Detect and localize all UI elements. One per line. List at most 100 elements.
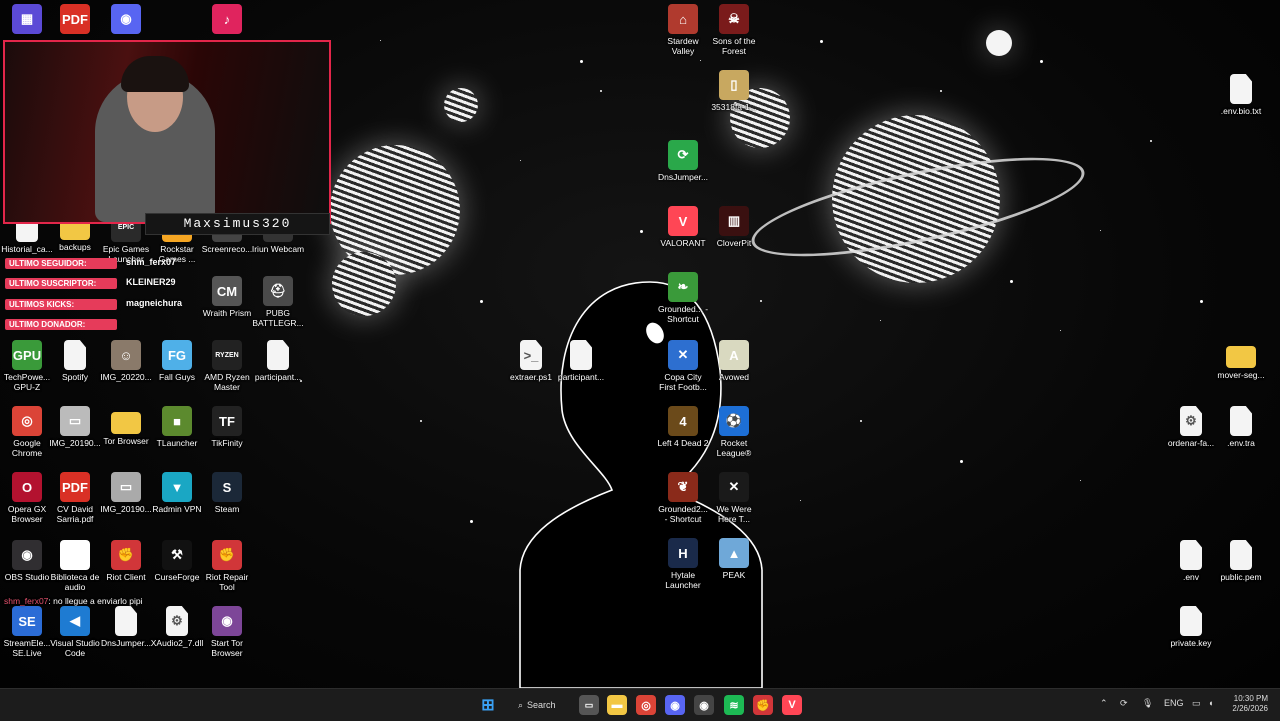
- dnsjumper-icon: ⟳: [668, 140, 698, 170]
- desktop-icon[interactable]: ▲ PEAK: [707, 538, 761, 580]
- desktop-icon[interactable]: FG Fall Guys: [150, 340, 204, 382]
- desktop-icon[interactable]: ✕ We Were Here T...: [707, 472, 761, 524]
- desktop-icon[interactable]: ✊ Riot Client: [99, 540, 153, 582]
- desktop-icon[interactable]: ▼ Radmin VPN: [150, 472, 204, 514]
- desktop-icon[interactable]: SE StreamEle... SE.Live: [0, 606, 54, 658]
- taskbar-search-button[interactable]: ⌕ Search: [512, 694, 570, 716]
- desktop-icon[interactable]: ▭ IMG_20190...: [48, 406, 102, 448]
- desktop[interactable]: ▦ PDF ◉ ♪ Historial_ca... backups EPIC Epic Gam…: [0, 0, 1280, 688]
- desktop-icon-label: DnsJumper...: [657, 172, 709, 182]
- display-icon[interactable]: ▭: [1192, 698, 1201, 709]
- desktop-icon[interactable]: Tor Browser: [99, 406, 153, 446]
- desktop-icon[interactable]: O Opera GX Browser: [0, 472, 54, 524]
- desktop-icon[interactable]: ◉: [99, 4, 153, 36]
- desktop-icon[interactable]: private.key: [1164, 606, 1218, 648]
- desktop-icon[interactable]: ◀ Visual Studio Code: [48, 606, 102, 658]
- volume-icon[interactable]: ◖: [1208, 698, 1213, 708]
- desktop-icon[interactable]: PDF: [48, 4, 102, 36]
- desktop-icon[interactable]: 4 Left 4 Dead 2: [656, 406, 710, 448]
- desktop-icon[interactable]: ■ TLauncher: [150, 406, 204, 448]
- desktop-icon[interactable]: ⚙ XAudio2_7.dll: [150, 606, 204, 648]
- chat-message: : no llegue a enviarlo pipi: [48, 596, 143, 606]
- desktop-icon[interactable]: PDF CV David Sarria.pdf: [48, 472, 102, 524]
- desktop-icon[interactable]: ◉ OBS Studio: [0, 540, 54, 582]
- stardew-icon: ⌂: [668, 4, 698, 34]
- desktop-icon[interactable]: >_ extraer.ps1: [504, 340, 558, 382]
- desktop-icon[interactable]: Spotify: [48, 340, 102, 382]
- taskbar: ⊞ ⌕ Search ▭ ▬ ◎ ◉ ◉ ≋ ✊ V ⌃ ⟳ 🎙 ENG ▭ ◖ 10:30 …: [0, 688, 1280, 721]
- desktop-icon[interactable]: participant...: [554, 340, 608, 382]
- obs-icon[interactable]: ◉: [694, 695, 714, 715]
- discord-icon[interactable]: ◉: [665, 695, 685, 715]
- task-view-icon[interactable]: ▭: [579, 695, 599, 715]
- desktop-icon[interactable]: ▭ IMG_20190...: [99, 472, 153, 514]
- star: [700, 60, 701, 61]
- desktop-icon[interactable]: ✕ Copa City First Footb...: [656, 340, 710, 392]
- desktop-icon[interactable]: H Hytale Launcher: [656, 538, 710, 590]
- desktop-icon[interactable]: A Avowed: [707, 340, 761, 382]
- microphone-icon[interactable]: 🎙: [1142, 698, 1153, 709]
- desktop-icon[interactable]: CM Wraith Prism: [200, 276, 254, 318]
- file-explorer-icon[interactable]: ▬: [607, 695, 627, 715]
- image-icon: ☺: [111, 340, 141, 370]
- spotify-icon[interactable]: ≋: [724, 695, 744, 715]
- desktop-icon[interactable]: ⚽ Rocket League®: [707, 406, 761, 458]
- desktop-icon-label: public.pem: [1220, 572, 1262, 582]
- desktop-icon[interactable]: mover-seg...: [1214, 340, 1268, 380]
- language-indicator[interactable]: ENG: [1164, 698, 1184, 708]
- star: [1150, 140, 1152, 142]
- desktop-icon[interactable]: ▥ CloverPit: [707, 206, 761, 248]
- desktop-icon[interactable]: ⟳ DnsJumper...: [656, 140, 710, 182]
- desktop-icon-label: Visual Studio Code: [50, 638, 100, 658]
- chrome-icon[interactable]: ◎: [636, 695, 656, 715]
- desktop-icon[interactable]: ❦ Grounded2... - Shortcut: [656, 472, 710, 524]
- riot-icon[interactable]: ✊: [753, 695, 773, 715]
- chat-overlay: shm_ferx07: no llegue a enviarlo pipi: [4, 596, 142, 606]
- valorant-icon: V: [668, 206, 698, 236]
- desktop-icon[interactable]: TF TikFinity: [200, 406, 254, 448]
- desktop-icon[interactable]: RYZEN AMD Ryzen Master: [200, 340, 254, 392]
- file-icon: [115, 606, 137, 636]
- desktop-icon-label: ordenar-fa...: [1167, 438, 1215, 448]
- desktop-icon[interactable]: ⌂ Stardew Valley: [656, 4, 710, 56]
- desktop-icon[interactable]: ◉ Start Tor Browser: [200, 606, 254, 658]
- desktop-icon[interactable]: ☠ Sons of the Forest: [707, 4, 761, 56]
- desktop-icon[interactable]: ◎ Biblioteca de audio: [48, 540, 102, 592]
- desktop-icon[interactable]: ▦: [0, 4, 54, 36]
- desktop-icon[interactable]: ✊ Riot Repair Tool: [200, 540, 254, 592]
- desktop-icon[interactable]: ♪: [200, 4, 254, 36]
- desktop-icon-label: IMG_20190...: [100, 504, 152, 514]
- cloverpit-icon: ▥: [719, 206, 749, 236]
- desktop-icon[interactable]: ▯ 35318fa-1...: [707, 70, 761, 112]
- desktop-icon[interactable]: S Steam: [200, 472, 254, 514]
- taskbar-clock[interactable]: 10:30 PM 2/26/2026: [1222, 694, 1268, 714]
- desktop-icon[interactable]: participant...: [251, 340, 305, 382]
- desktop-icon[interactable]: .env: [1164, 540, 1218, 582]
- desktop-icon[interactable]: ⚙ ordenar-fa...: [1164, 406, 1218, 448]
- desktop-icon[interactable]: GPU TechPowe... GPU-Z: [0, 340, 54, 392]
- desktop-icon[interactable]: ☺ IMG_20220...: [99, 340, 153, 382]
- streamelements-icon: SE: [12, 606, 42, 636]
- star: [1080, 480, 1081, 481]
- alert-label: ULTIMOS KICKS:: [5, 299, 117, 310]
- desktop-icon-label: private.key: [1170, 638, 1212, 648]
- file-icon: [267, 340, 289, 370]
- folder-icon: [111, 412, 141, 434]
- desktop-icon[interactable]: .env.tra: [1214, 406, 1268, 448]
- folder-icon: [1226, 346, 1256, 368]
- steam-icon: S: [212, 472, 242, 502]
- windows-start-icon[interactable]: ⊞: [478, 695, 498, 715]
- chevron-up-icon[interactable]: ⌃: [1100, 698, 1108, 709]
- desktop-icon[interactable]: DnsJumper...: [99, 606, 153, 648]
- desktop-icon[interactable]: V VALORANT: [656, 206, 710, 248]
- desktop-icon-label: PUBG BATTLEGR...: [252, 308, 304, 328]
- desktop-icon[interactable]: .env.bio.txt: [1214, 74, 1268, 116]
- network-status-icon[interactable]: ⟳: [1120, 698, 1128, 709]
- valorant-icon[interactable]: V: [782, 695, 802, 715]
- desktop-icon[interactable]: public.pem: [1214, 540, 1268, 582]
- desktop-icon[interactable]: ⛑ PUBG BATTLEGR...: [251, 276, 305, 328]
- desktop-icon[interactable]: ◎ Google Chrome: [0, 406, 54, 458]
- desktop-icon[interactable]: ❧ Grounded... - Shortcut: [656, 272, 710, 324]
- desktop-icon-label: StreamEle... SE.Live: [3, 638, 51, 658]
- desktop-icon[interactable]: ⚒ CurseForge: [150, 540, 204, 582]
